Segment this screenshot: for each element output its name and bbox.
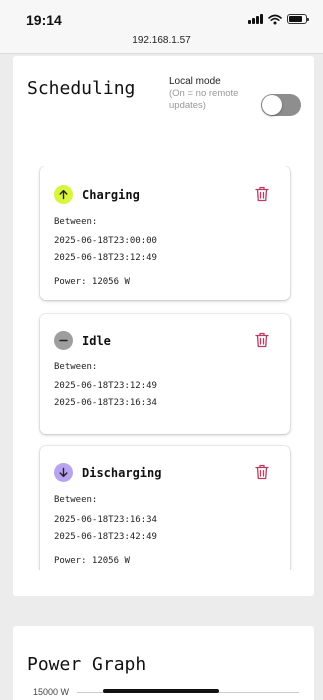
delete-icon[interactable] (255, 332, 269, 348)
between-label: Between: (54, 495, 98, 505)
power-graph-title: Power Graph (27, 654, 147, 675)
local-mode-label: Local mode (169, 76, 221, 87)
arrow-up-icon (54, 185, 73, 204)
local-mode-toggle[interactable] (261, 94, 301, 116)
end-time: 2025-06-18T23:16:34 (54, 398, 157, 408)
end-time: 2025-06-18T23:12:49 (54, 253, 157, 263)
y-axis-tick: 15000 W (33, 687, 70, 697)
battery-icon (287, 14, 309, 24)
wifi-icon (268, 14, 282, 24)
schedule-entry-charging: Charging Between: 2025-06-18T23:00:00 20… (40, 166, 290, 300)
schedule-list[interactable]: Charging Between: 2025-06-18T23:00:00 20… (37, 166, 297, 570)
url-text: 192.168.1.57 (132, 35, 191, 46)
minus-icon (54, 331, 73, 350)
delete-icon[interactable] (255, 464, 269, 480)
entry-state: Charging (82, 188, 140, 202)
home-indicator[interactable] (103, 689, 219, 693)
status-time: 19:14 (26, 12, 62, 28)
arrow-down-icon (54, 463, 73, 482)
scheduling-title: Scheduling (27, 78, 136, 99)
start-time: 2025-06-18T23:16:34 (54, 515, 157, 525)
power-value: Power: 12056 W (54, 277, 130, 287)
toggle-knob (262, 95, 282, 115)
start-time: 2025-06-18T23:12:49 (54, 381, 157, 391)
cellular-signal-icon (248, 14, 263, 24)
local-mode-note: (On = no remote updates) (169, 88, 239, 111)
schedule-entry-idle: Idle Between: 2025-06-18T23:12:49 2025-0… (40, 314, 290, 434)
scheduling-panel: Scheduling Local mode (On = no remote up… (13, 56, 314, 596)
between-label: Between: (54, 362, 98, 372)
end-time: 2025-06-18T23:42:49 (54, 532, 157, 542)
start-time: 2025-06-18T23:00:00 (54, 236, 157, 246)
power-value: Power: 12056 W (54, 556, 130, 566)
url-bar[interactable]: 192.168.1.57 (0, 34, 323, 54)
entry-state: Idle (82, 334, 111, 348)
schedule-entry-discharging: Discharging Between: 2025-06-18T23:16:34… (40, 446, 290, 570)
entry-state: Discharging (82, 466, 162, 480)
status-icons (248, 13, 309, 25)
delete-icon[interactable] (255, 186, 269, 202)
between-label: Between: (54, 217, 98, 227)
status-bar: 19:14 (0, 0, 323, 34)
